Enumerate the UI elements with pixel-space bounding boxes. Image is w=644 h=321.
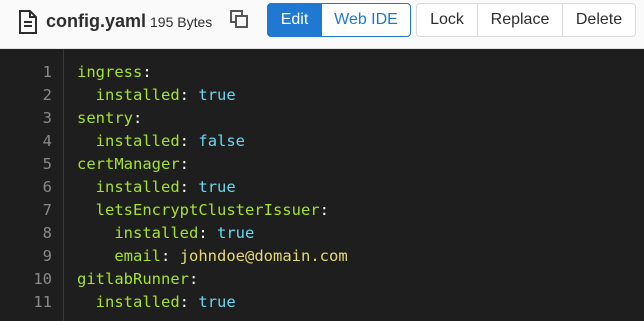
file-name: config.yaml bbox=[46, 11, 147, 31]
line-number: 9 bbox=[42, 247, 52, 265]
line-number: 3 bbox=[42, 109, 52, 127]
line-number: 6 bbox=[42, 178, 52, 196]
yaml-colon: : bbox=[179, 132, 190, 150]
line-number: 2 bbox=[42, 86, 52, 104]
code-line: 5 certManager: bbox=[0, 153, 644, 176]
line-number: 1 bbox=[42, 63, 52, 81]
line-number: 5 bbox=[42, 155, 52, 173]
yaml-colon: : bbox=[198, 224, 208, 242]
code-line: 6 installed: true bbox=[0, 176, 644, 199]
code-content: email: johndoe@domain.com bbox=[77, 245, 348, 268]
yaml-key: installed bbox=[95, 178, 180, 196]
code-content: installed: false bbox=[77, 130, 245, 153]
code-line: 3 sentry: bbox=[0, 107, 644, 130]
line-number: 10 bbox=[33, 270, 52, 288]
yaml-key: sentry bbox=[77, 109, 133, 127]
yaml-value: true bbox=[198, 293, 236, 311]
yaml-key: letsEncryptClusterIssuer bbox=[95, 201, 320, 219]
yaml-colon: : bbox=[188, 270, 199, 288]
yaml-colon: : bbox=[179, 155, 189, 173]
edit-button[interactable]: Edit bbox=[267, 3, 322, 37]
yaml-colon: : bbox=[179, 178, 190, 196]
code-line: 11 installed: true bbox=[0, 291, 644, 314]
code-content: installed: true bbox=[77, 291, 236, 314]
file-size: 195 Bytes bbox=[150, 14, 213, 30]
yaml-key: installed bbox=[95, 86, 180, 104]
yaml-value: true bbox=[198, 178, 236, 196]
code-line: 10 gitlabRunner: bbox=[0, 268, 644, 291]
file-actions-group: Lock Replace Delete bbox=[416, 3, 636, 37]
yaml-value: false bbox=[198, 132, 246, 150]
yaml-colon: : bbox=[179, 86, 190, 104]
yaml-colon: : bbox=[142, 63, 152, 81]
code-content: installed: true bbox=[77, 176, 236, 199]
line-number: 11 bbox=[33, 293, 52, 311]
lock-button[interactable]: Lock bbox=[416, 3, 478, 37]
code-content: installed: true bbox=[77, 84, 236, 107]
yaml-key: installed bbox=[114, 224, 199, 242]
line-number: 7 bbox=[42, 201, 52, 219]
edit-button-group: Edit Web IDE bbox=[267, 3, 411, 37]
yaml-key: installed bbox=[95, 293, 180, 311]
code-line: 8 installed: true bbox=[0, 222, 644, 245]
yaml-colon: : bbox=[161, 247, 171, 265]
code-content: gitlabRunner: bbox=[77, 268, 198, 291]
yaml-value: true bbox=[217, 224, 255, 242]
file-header: config.yaml 195 Bytes Edit Web IDE Lock … bbox=[0, 0, 644, 47]
copy-icon[interactable] bbox=[229, 9, 249, 29]
yaml-value: johndoe@domain.com bbox=[179, 247, 348, 265]
code-viewer[interactable]: 1 ingress: 2 installed: true 3 sentry: 4 inst… bbox=[0, 48, 644, 321]
replace-button[interactable]: Replace bbox=[478, 3, 563, 37]
yaml-key: certManager bbox=[77, 155, 180, 173]
code-line: 7 letsEncryptClusterIssuer: bbox=[0, 199, 644, 222]
yaml-colon: : bbox=[319, 201, 329, 219]
yaml-value: true bbox=[198, 86, 236, 104]
code-line: 1 ingress: bbox=[0, 61, 644, 84]
code-content: letsEncryptClusterIssuer: bbox=[77, 199, 329, 222]
web-ide-button[interactable]: Web IDE bbox=[322, 3, 411, 37]
yaml-key: gitlabRunner bbox=[77, 270, 189, 288]
yaml-colon: : bbox=[133, 109, 143, 127]
yaml-key: ingress bbox=[77, 63, 143, 81]
line-number: 4 bbox=[42, 132, 52, 150]
yaml-key: email bbox=[114, 247, 161, 265]
yaml-key: installed bbox=[95, 132, 180, 150]
code-line: 2 installed: true bbox=[0, 84, 644, 107]
delete-button[interactable]: Delete bbox=[563, 3, 636, 37]
code-line: 9 email: johndoe@domain.com bbox=[0, 245, 644, 268]
code-content: ingress: bbox=[77, 61, 152, 84]
code-line: 4 installed: false bbox=[0, 130, 644, 153]
yaml-colon: : bbox=[179, 293, 190, 311]
line-number: 8 bbox=[42, 224, 52, 242]
code-content: installed: true bbox=[77, 222, 254, 245]
code-content: sentry: bbox=[77, 107, 142, 130]
file-icon bbox=[19, 10, 37, 34]
code-content: certManager: bbox=[77, 153, 189, 176]
